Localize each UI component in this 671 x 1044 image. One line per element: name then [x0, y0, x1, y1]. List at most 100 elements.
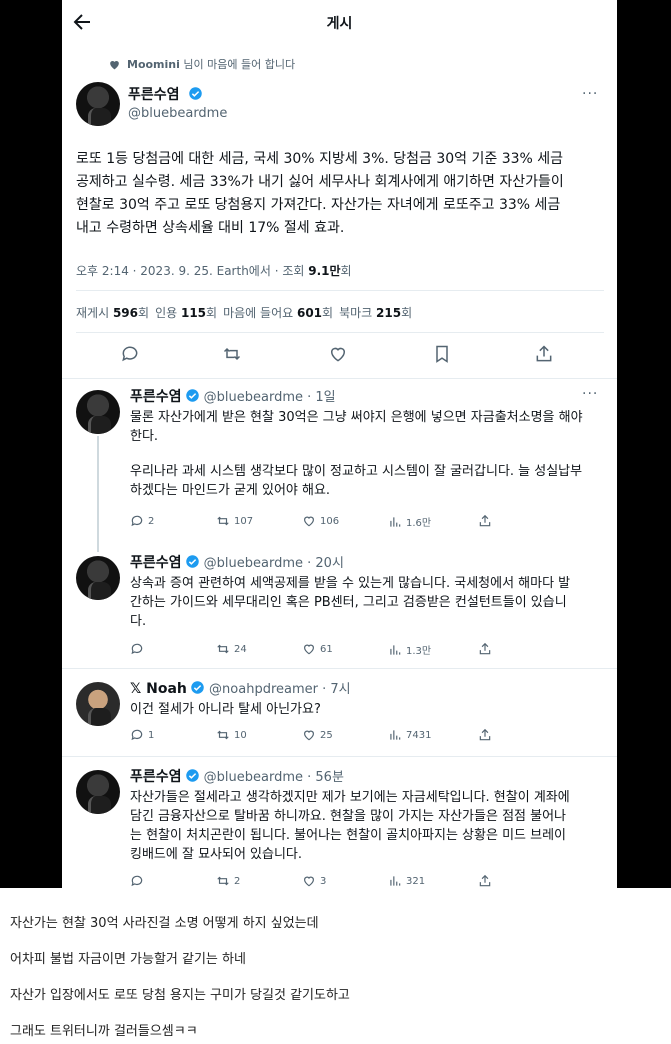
like-count-button[interactable]: 25 [302, 728, 333, 742]
share-icon [479, 514, 491, 527]
views-count: 7431 [406, 729, 432, 741]
stat-quotes[interactable]: 인용 115회 [155, 304, 217, 321]
share-button[interactable] [478, 728, 492, 742]
caption-line: 어차피 불법 자금이면 가능할거 같기는 하네 [10, 952, 246, 967]
stat-value: 601 [296, 306, 323, 320]
divider [62, 378, 617, 379]
stat-label: 마음에 들어요 [223, 306, 294, 320]
reply-line: 물론 자산가에게 받은 현찰 30억은 그냥 써야지 은행에 넣으면 자금출처소… [130, 410, 583, 425]
share-icon[interactable] [534, 344, 554, 364]
verified-badge-icon [191, 681, 204, 694]
stat-likes[interactable]: 마음에 들어요 601회 [223, 304, 333, 321]
stat-value: 115 [180, 306, 207, 320]
reply-item[interactable]: 푸른수염 @bluebeardme · 56분 자산가들은 절세라고 생각하겠지… [62, 766, 617, 888]
tweet-line: 공제하고 실수령. 세금 33%가 내기 싫어 세무사나 회계사에게 애기하면 … [76, 174, 564, 190]
top-bar: 게시 [62, 0, 617, 44]
views-count-button[interactable]: 1.6만 [388, 514, 431, 529]
author-handle: @bluebeardme [128, 106, 228, 121]
reply-author-name[interactable]: 푸른수염 [130, 389, 182, 405]
reply-count-button[interactable] [130, 874, 148, 888]
retweet-icon[interactable] [222, 344, 242, 364]
tweet-meta: 오후 2:14 · 2023. 9. 25. Earth에서 · 조회 9.1만… [76, 262, 352, 279]
more-options-icon[interactable]: ··· [582, 386, 598, 402]
share-icon [479, 874, 491, 887]
share-button[interactable] [478, 642, 492, 656]
caption-line: 자산가는 현찰 30억 사라진걸 소명 어떻게 하지 싶었는데 [10, 916, 319, 931]
views-count-button[interactable]: 1.3만 [388, 642, 431, 657]
like-count-button[interactable]: 106 [302, 514, 339, 528]
stat-label: 재게시 [76, 306, 110, 320]
liked-banner: Moomini 님이 마음에 들어 합니다 [108, 56, 295, 72]
like-count-button[interactable]: 3 [302, 874, 326, 888]
reply-handle-time: @noahpdreamer · 7시 [209, 682, 351, 697]
author-name: 푸른수염 [128, 87, 180, 103]
reply-line: 킹배드에 잘 묘사되어 있습니다. [130, 847, 303, 862]
reply-actions: 1 10 25 7431 [130, 728, 550, 746]
stat-unit: 회 [138, 306, 150, 320]
avatar[interactable] [76, 556, 120, 600]
views-chart-icon [390, 516, 401, 527]
divider [76, 332, 604, 333]
reply-header: 푸른수염 @bluebeardme · 56분 [130, 766, 344, 786]
like-icon[interactable] [328, 344, 348, 364]
retweet-count-button[interactable]: 10 [216, 728, 247, 742]
reply-count-button[interactable] [130, 642, 148, 656]
verified-badge-icon [185, 389, 199, 402]
verified-badge-icon [185, 769, 199, 782]
retweet-count-button[interactable]: 2 [216, 874, 240, 888]
reply-count: 1 [148, 729, 155, 741]
views-count-button[interactable]: 7431 [388, 728, 431, 742]
stat-retweets[interactable]: 재게시 596회 [76, 304, 149, 321]
reply-icon[interactable] [120, 344, 140, 364]
main-author[interactable]: 푸른수염 @bluebeardme [128, 84, 227, 121]
divider [62, 668, 617, 669]
retweet-count: 2 [234, 875, 241, 887]
reply-author-name[interactable]: 𝕏 Noah [130, 681, 187, 697]
stat-label: 인용 [155, 306, 178, 320]
stat-value: 215 [376, 306, 402, 320]
reply-author-name[interactable]: 푸른수염 [130, 555, 182, 571]
reply-line: 한다. [130, 429, 159, 444]
reply-item[interactable]: 푸른수염 @bluebeardme · 1일 ··· 물론 자산가에게 받은 현… [62, 386, 617, 536]
reply-count-button[interactable]: 2 [130, 514, 154, 528]
stat-bookmarks[interactable]: 북마크 215회 [339, 304, 412, 321]
reply-actions: 2 107 106 1.6만 [130, 514, 550, 532]
reply-text: 상속과 증여 관련하여 세액공제를 받을 수 있는게 많습니다. 국세청에서 해… [130, 574, 608, 631]
views-count-button[interactable]: 321 [388, 874, 425, 888]
share-button[interactable] [478, 514, 492, 528]
like-count: 3 [320, 875, 327, 887]
retweet-count-button[interactable]: 24 [216, 642, 247, 656]
more-options-icon[interactable]: ··· [582, 86, 598, 102]
avatar[interactable] [76, 390, 120, 434]
reply-count: 2 [148, 515, 155, 527]
reply-item[interactable]: 푸른수염 @bluebeardme · 20시 상속과 증여 관련하여 세액공제… [62, 552, 617, 668]
stat-unit: 회 [401, 306, 413, 320]
reply-line: 상속과 증여 관련하여 세액공제를 받을 수 있는게 많습니다. 국세청에서 해… [130, 576, 571, 591]
share-icon [479, 728, 491, 741]
tweet-actions [62, 344, 617, 368]
views-chart-icon [390, 644, 401, 655]
retweet-count-button[interactable]: 107 [216, 514, 253, 528]
tweet-line: 현찰로 30억 주고 로또 당첨용지 가져간다. 자산가는 자녀에게 로또주고 … [76, 197, 561, 213]
liked-user[interactable]: Moomini [127, 58, 180, 71]
retweet-icon [217, 730, 229, 740]
reply-text: 자산가들은 절세라고 생각하겠지만 제가 보기에는 자금세탁입니다. 현찰이 계… [130, 788, 608, 864]
stat-value: 596 [112, 306, 139, 320]
reply-item[interactable]: 𝕏 Noah @noahpdreamer · 7시 이건 절세가 아니라 탈세 … [62, 678, 617, 748]
reply-count-button[interactable]: 1 [130, 728, 154, 742]
heart-icon [110, 60, 119, 69]
reply-handle-time: @bluebeardme · 56분 [203, 770, 344, 785]
divider [76, 290, 604, 291]
retweet-icon [217, 516, 229, 526]
meta-prefix: 오후 2:14 · 2023. 9. 25. Earth에서 · 조회 [76, 264, 309, 278]
stat-unit: 회 [206, 306, 218, 320]
avatar[interactable] [76, 82, 120, 126]
reply-handle-time: @bluebeardme · 20시 [203, 556, 344, 571]
reply-header: 푸른수염 @bluebeardme · 20시 [130, 552, 344, 572]
bookmark-icon[interactable] [432, 344, 452, 364]
like-count-button[interactable]: 61 [302, 642, 333, 656]
avatar[interactable] [76, 682, 120, 726]
share-button[interactable] [478, 874, 492, 888]
avatar[interactable] [76, 770, 120, 814]
reply-author-name[interactable]: 푸른수염 [130, 769, 182, 785]
